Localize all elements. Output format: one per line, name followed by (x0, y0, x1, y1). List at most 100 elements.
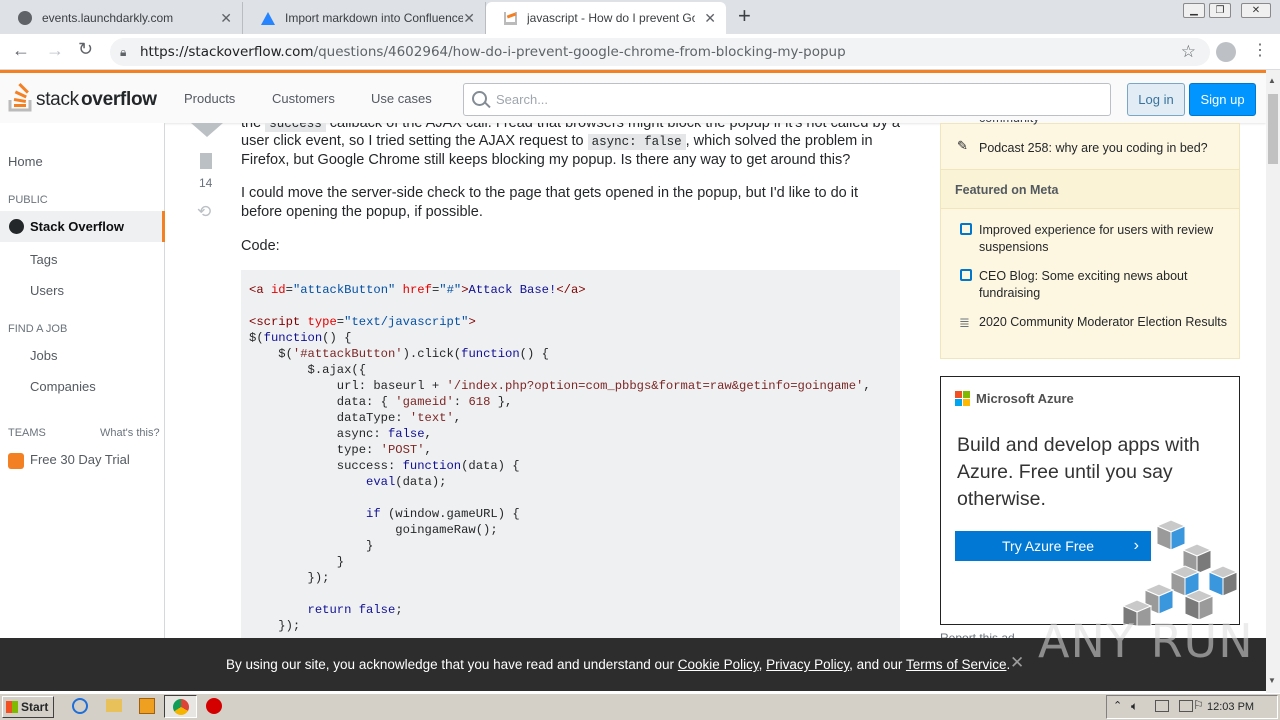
question-paragraph-2: I could move the server-side check to th… (241, 185, 858, 220)
left-sidebar: Home PUBLIC Stack Overflow Tags Users FI… (0, 123, 165, 638)
address-bar[interactable]: 🔒︎ https://stackoverflow.com/questions/4… (110, 38, 1210, 66)
browser-tab[interactable]: events.launchdarkly.com ✕ (0, 2, 243, 34)
downvote-icon[interactable] (191, 123, 223, 137)
nav-products[interactable]: Products (184, 91, 235, 106)
signup-button[interactable]: Sign up (1189, 83, 1256, 116)
forward-icon[interactable]: → (46, 40, 64, 61)
community-bulletin: community ✎ Podcast 258: why are you cod… (940, 120, 1240, 359)
tab-title: events.launchdarkly.com (42, 11, 174, 25)
maximize-button[interactable]: ❐ (1209, 3, 1231, 18)
whats-this-link[interactable]: What's this? (100, 427, 160, 439)
chrome-taskbar-button[interactable] (164, 695, 197, 718)
tab-title: javascript - How do I prevent Google (527, 11, 695, 25)
meta-item-link[interactable]: CEO Blog: Some exciting news about fundr… (979, 268, 1229, 302)
system-tray: ⌃ 🔈︎ ⚐ 12:03 PM (1106, 695, 1278, 719)
question-line-2: user click event, so I tried setting the… (241, 132, 901, 152)
stack-exchange-icon: ≣ (959, 315, 970, 330)
windows-taskbar: Start ⌃ 🔈︎ ⚐ 12:03 PM (0, 693, 1280, 720)
sidebar-item-jobs[interactable]: Jobs (30, 348, 57, 363)
pencil-icon: ✎ (957, 138, 968, 153)
reload-icon[interactable]: ↻ (78, 39, 93, 60)
stackoverflow-header: stack overflow Products Customers Use ca… (0, 70, 1266, 123)
stackoverflow-logo[interactable]: stack overflow (8, 82, 158, 114)
close-tab-icon[interactable]: ✕ (463, 10, 475, 27)
bulletin-podcast-link[interactable]: Podcast 258: why are you coding in bed? (979, 140, 1229, 157)
scroll-down-icon[interactable]: ▼ (1268, 676, 1276, 685)
menu-icon[interactable]: ⋮ (1252, 40, 1268, 60)
media-player-icon[interactable] (139, 698, 155, 714)
bookmark-star-icon[interactable]: ☆ (1181, 38, 1196, 66)
meta-square-icon (960, 269, 972, 281)
text: , and our (849, 657, 906, 672)
chrome-icon (173, 699, 189, 715)
close-tab-icon[interactable]: ✕ (704, 10, 716, 27)
text: By using our site, you acknowledge that … (226, 657, 678, 672)
text: , (758, 657, 767, 672)
flag-icon[interactable]: ⚐ (1193, 698, 1204, 712)
history-icon[interactable]: ⟲ (197, 202, 211, 222)
security-shield-icon[interactable] (206, 698, 222, 714)
url-domain: https://stackoverflow.com (140, 44, 314, 60)
sidebar-section-find-job: FIND A JOB (8, 323, 68, 335)
featured-meta-title: Featured on Meta (955, 183, 1059, 197)
page-scrollbar[interactable]: ▲ ▼ (1266, 70, 1280, 693)
profile-avatar-icon[interactable] (1216, 42, 1236, 62)
login-button[interactable]: Log in (1127, 83, 1185, 116)
bookmark-icon[interactable] (200, 153, 212, 169)
url-path: /questions/4602964/how-do-i-prevent-goog… (313, 44, 846, 60)
advertisement[interactable]: Microsoft Azure Build and develop apps w… (940, 376, 1240, 626)
sidebar-item-users[interactable]: Users (30, 283, 64, 298)
browser-toolbar: ← → ↻ 🔒︎ https://stackoverflow.com/quest… (0, 34, 1280, 70)
start-label: Start (21, 700, 49, 714)
browser-tab[interactable]: Import markdown into Confluence ✕ (243, 2, 486, 34)
ad-cta-button[interactable]: Try Azure Free › (955, 531, 1151, 561)
back-icon[interactable]: ← (12, 40, 30, 61)
close-tab-icon[interactable]: ✕ (220, 10, 232, 27)
cookie-policy-link[interactable]: Cookie Policy (678, 657, 759, 672)
featured-meta-header: Featured on Meta (941, 169, 1239, 209)
close-cookie-icon[interactable]: ✕ (1010, 653, 1024, 673)
text: , which solved the problem in (685, 133, 873, 149)
code-label: Code: (241, 238, 280, 254)
sidebar-item-stackoverflow[interactable]: Stack Overflow (0, 211, 165, 242)
folder-icon[interactable] (106, 699, 122, 712)
start-button[interactable]: Start (2, 696, 54, 718)
meta-item-link[interactable]: 2020 Community Moderator Election Result… (979, 314, 1229, 331)
sidebar-item-home[interactable]: Home (8, 154, 43, 169)
browser-tab-strip: events.launchdarkly.com ✕ Import markdow… (0, 0, 1280, 34)
new-tab-button[interactable]: + (738, 4, 751, 28)
meta-item-link[interactable]: Improved experience for users with revie… (979, 222, 1229, 256)
sidebar-item-label: Stack Overflow (30, 219, 124, 234)
scroll-thumb[interactable] (1268, 94, 1278, 164)
nav-customers[interactable]: Customers (272, 91, 335, 106)
inline-code: async: false (587, 134, 686, 150)
ad-headline: Build and develop apps with Azure. Free … (957, 434, 1200, 510)
browser-tab-active[interactable]: javascript - How do I prevent Google ✕ (486, 2, 726, 34)
tray-arrow-icon[interactable]: ⌃ (1113, 699, 1122, 712)
sidebar-item-tags[interactable]: Tags (30, 252, 57, 267)
tray-icon[interactable] (1179, 700, 1193, 712)
scroll-up-icon[interactable]: ▲ (1268, 76, 1276, 85)
network-icon[interactable] (1155, 700, 1169, 712)
close-window-button[interactable]: ✕ (1241, 3, 1271, 18)
windows-flag-icon (6, 701, 18, 713)
sidebar-item-trial[interactable]: Free 30 Day Trial (30, 452, 130, 467)
cubes-illustration (1123, 520, 1239, 626)
text: user click event, so I tried setting the… (241, 133, 584, 149)
logo-text-overflow: overflow (81, 89, 157, 110)
briefcase-icon (8, 453, 24, 469)
ie-icon[interactable] (72, 698, 88, 714)
ad-cta-label: Try Azure Free (1002, 538, 1095, 554)
search-input[interactable]: Search... (463, 83, 1111, 116)
terms-link[interactable]: Terms of Service (906, 657, 1007, 672)
confluence-icon (261, 11, 275, 25)
nav-use-cases[interactable]: Use cases (371, 91, 432, 106)
anyrun-watermark: ANY RUN (1038, 614, 1254, 668)
ad-brand: Microsoft Azure (976, 391, 1074, 406)
privacy-policy-link[interactable]: Privacy Policy (766, 657, 849, 672)
minimize-button[interactable]: ▁ (1183, 3, 1205, 18)
globe-icon (9, 219, 24, 234)
microsoft-logo-icon (955, 391, 971, 407)
volume-icon[interactable]: 🔈︎ (1131, 699, 1138, 714)
sidebar-item-companies[interactable]: Companies (30, 379, 96, 394)
